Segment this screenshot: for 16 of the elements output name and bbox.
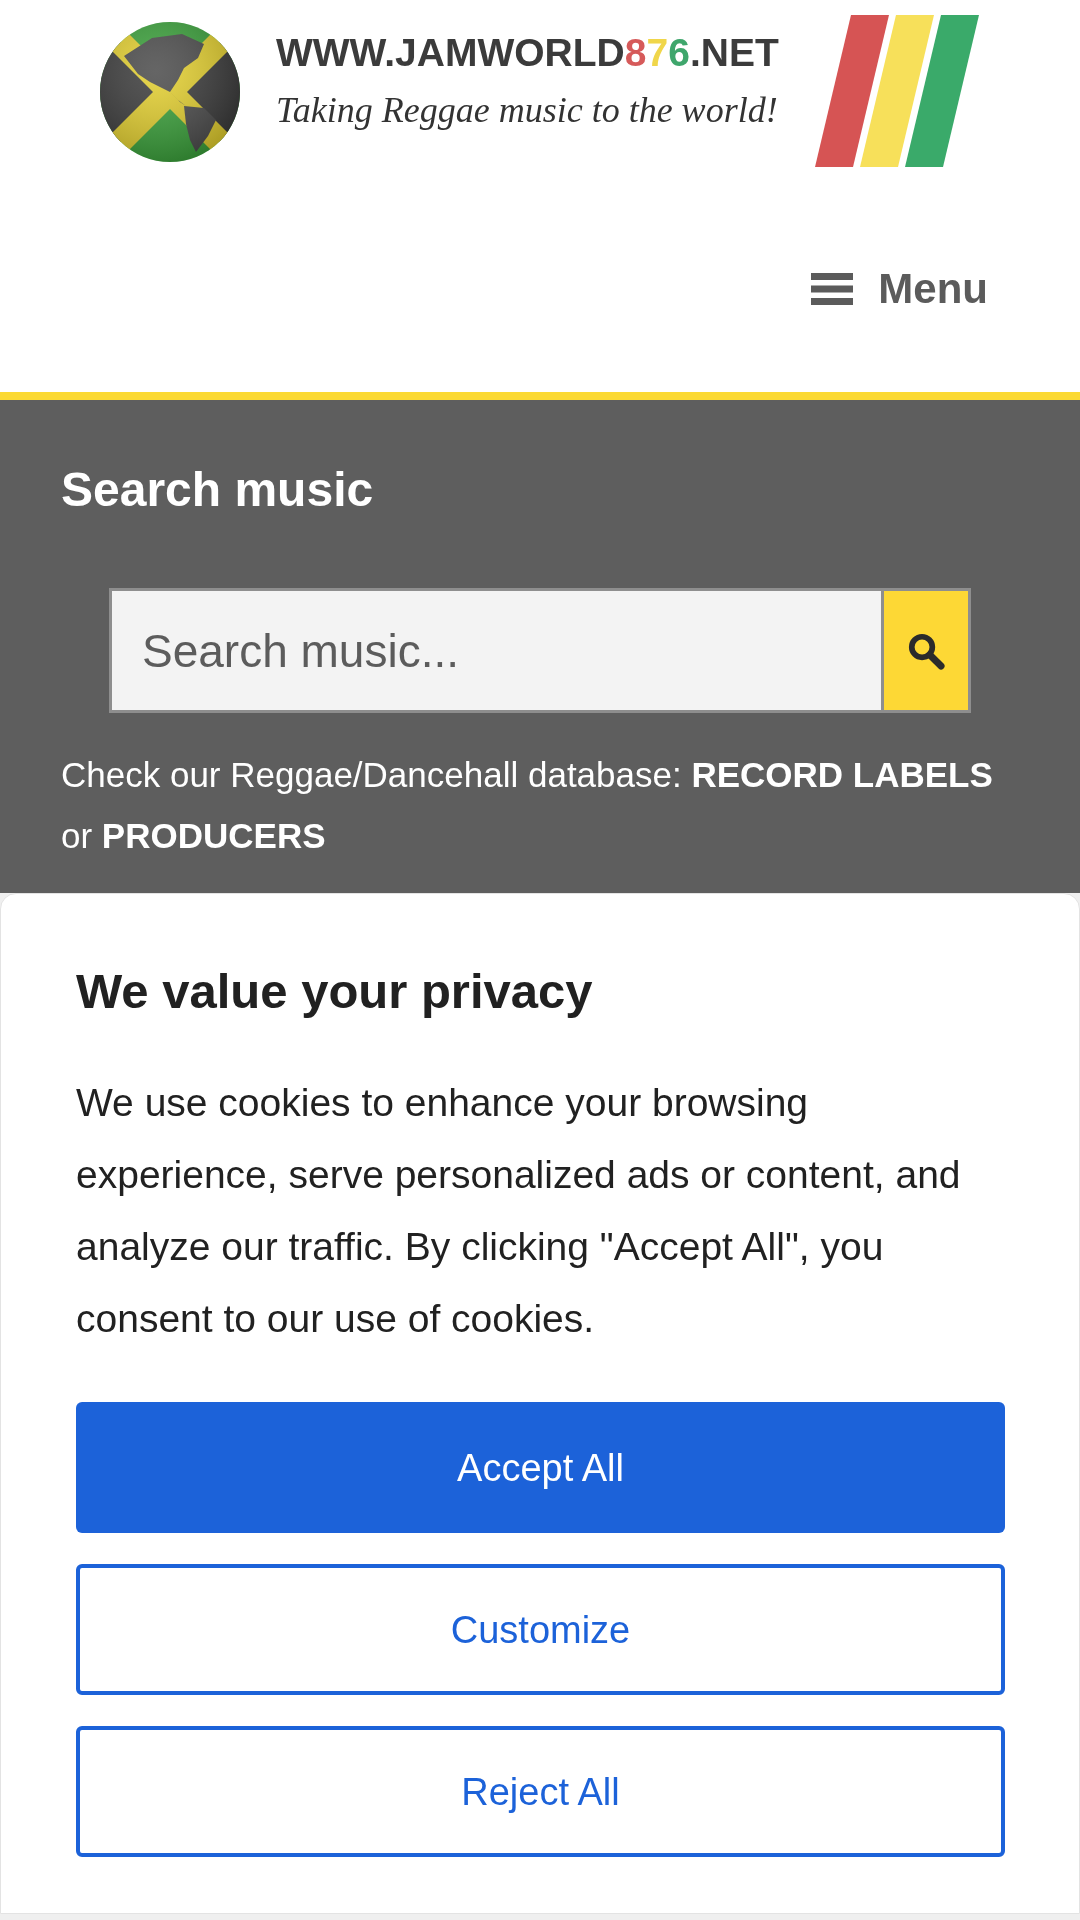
- consent-message: We use cookies to enhance your browsing experience, serve personalized ads or content, and analyze our traffic. By clicking "Accept All", you consent to our use of cookies.: [76, 1080, 962, 1342]
- consent-button[interactable]: Customize: [76, 1564, 1005, 1695]
- database-link[interactable]: PRODUCERS: [101, 816, 326, 855]
- menu-button[interactable]: Menu: [811, 267, 988, 310]
- logo-wordmark: WWW.JAMWORLD876.NET: [276, 33, 779, 72]
- logo-tagline: Taking Reggae music to the world!: [276, 92, 779, 128]
- consent-button[interactable]: Accept All: [76, 1402, 1005, 1533]
- search-field[interactable]: Search music...: [109, 588, 884, 713]
- consent-title: We value your privacy: [76, 967, 594, 1016]
- consent-button[interactable]: Reject All: [76, 1726, 1005, 1857]
- section-heading: Search music: [61, 466, 375, 514]
- search-icon: [907, 631, 945, 670]
- database-note: Check our Reggae/Dancehall database: RECORD LABELS or PRODUCERS: [61, 754, 994, 857]
- menu-icon: [811, 272, 854, 305]
- database-link[interactable]: RECORD LABELS: [691, 755, 993, 794]
- search-button[interactable]: [884, 588, 971, 713]
